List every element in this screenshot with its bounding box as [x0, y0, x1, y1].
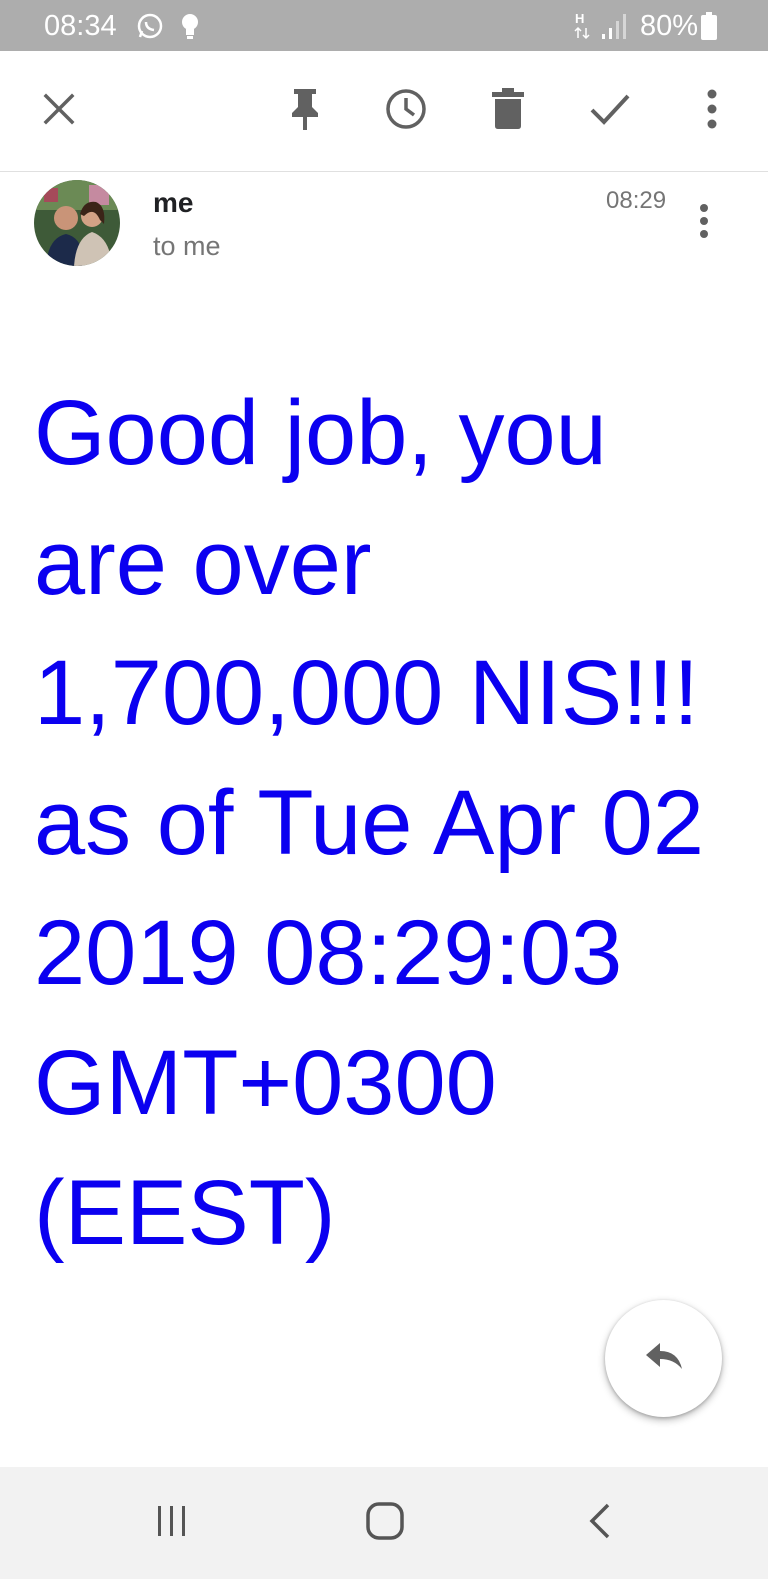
pin-button[interactable] [277, 83, 333, 139]
delete-icon [492, 87, 524, 135]
snooze-icon [384, 87, 428, 136]
more-vert-icon [699, 203, 709, 244]
message-body: Good job, you are over 1,700,000 NIS!!! … [34, 382, 705, 1264]
close-icon [42, 92, 76, 131]
message-more-button[interactable] [690, 200, 718, 246]
avatar[interactable] [34, 180, 120, 266]
svg-text:H: H [575, 11, 584, 26]
back-icon [588, 1503, 612, 1544]
battery-icon [700, 11, 718, 46]
reply-icon [644, 1341, 684, 1376]
battery-percent: 80% [640, 10, 699, 42]
close-button[interactable] [31, 83, 87, 139]
whatsapp-icon [136, 12, 164, 45]
home-icon [365, 1501, 405, 1546]
sender-name: me [153, 187, 194, 218]
recipient-line[interactable]: to me [153, 231, 221, 262]
reply-button[interactable] [605, 1300, 722, 1417]
done-button[interactable] [582, 83, 638, 139]
message-time: 08:29 [606, 187, 667, 214]
more-options-button[interactable] [684, 83, 740, 139]
recent-apps-button[interactable] [142, 1495, 202, 1551]
navigation-bar [0, 1467, 768, 1579]
signal-icon [600, 12, 630, 45]
home-button[interactable] [355, 1495, 415, 1551]
snooze-button[interactable] [378, 83, 434, 139]
bulb-icon [178, 12, 202, 45]
delete-button[interactable] [480, 83, 536, 139]
done-icon [589, 92, 631, 131]
more-vert-icon [706, 89, 718, 134]
back-button[interactable] [570, 1495, 630, 1551]
pin-icon [288, 87, 322, 136]
recent-apps-icon [156, 1504, 188, 1543]
status-time: 08:34 [44, 10, 117, 42]
hplus-icon: H [572, 10, 592, 45]
app-toolbar [0, 51, 768, 172]
status-bar: 08:34 H 80% [0, 0, 768, 51]
